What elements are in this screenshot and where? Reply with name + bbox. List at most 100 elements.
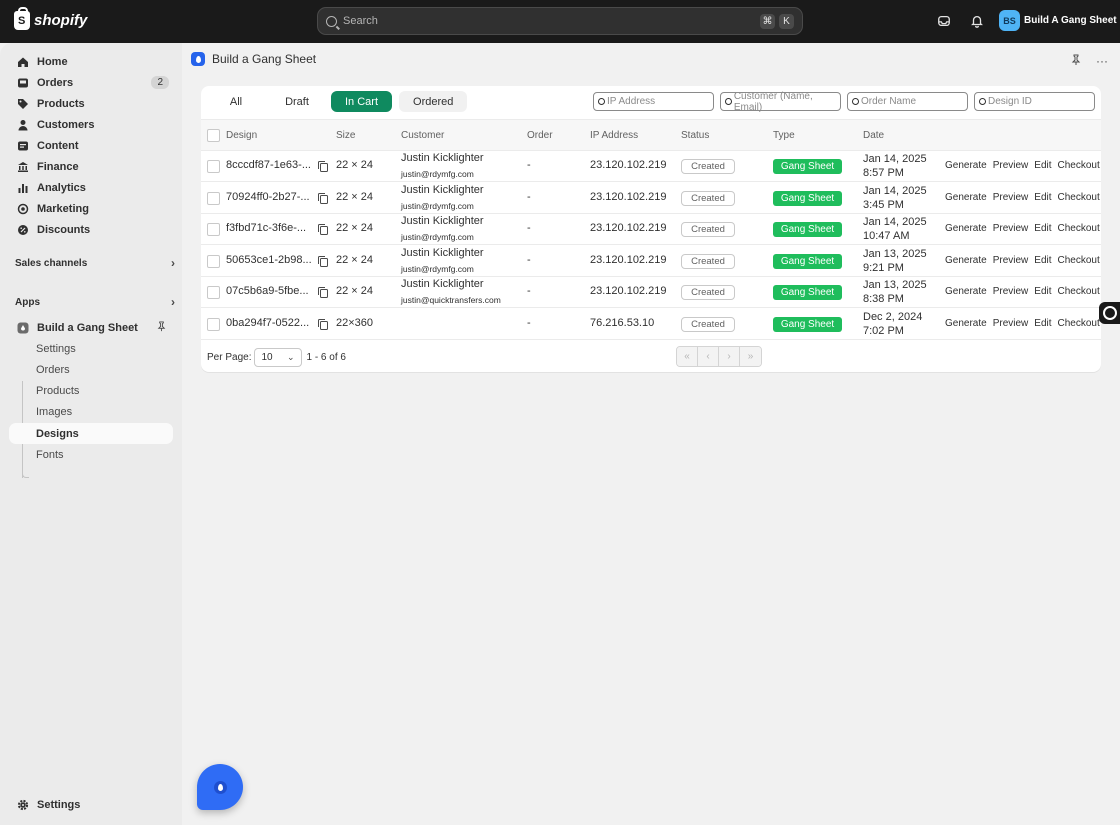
store-menu[interactable]: BS Build A Gang Sheet <box>999 10 1117 31</box>
row-checkbox[interactable] <box>207 160 220 173</box>
row-checkbox[interactable] <box>207 286 220 299</box>
checkout-button[interactable]: Checkout <box>1058 255 1100 266</box>
table-row[interactable]: 50653ce1-2b98... 22 × 24 Justin Kicklighte… <box>201 246 1101 277</box>
edit-button[interactable]: Edit <box>1034 223 1051 234</box>
design-id[interactable]: 70924ff0-2b27-... <box>226 191 310 203</box>
sidebar-item-finance[interactable]: Finance <box>9 156 173 177</box>
sidebar-item-settings[interactable]: Settings <box>9 794 173 815</box>
copy-icon[interactable] <box>318 224 328 235</box>
first-page-button[interactable]: « <box>677 347 698 366</box>
sidebar-item-customers[interactable]: Customers <box>9 114 173 135</box>
edit-button[interactable]: Edit <box>1034 318 1051 329</box>
generate-button[interactable]: Generate <box>945 318 987 329</box>
table-row[interactable]: 07c5b6a9-5fbe... 22 × 24 Justin Kicklighte… <box>201 277 1101 308</box>
pin-icon[interactable] <box>156 320 167 335</box>
design-id[interactable]: 0ba294f7-0522... <box>226 317 309 329</box>
column-size[interactable]: Size <box>336 130 355 141</box>
edit-button[interactable]: Edit <box>1034 286 1051 297</box>
prev-page-button[interactable]: ‹ <box>698 347 719 366</box>
apps-header[interactable]: Apps › <box>15 295 175 309</box>
design-id-filter[interactable]: Design ID <box>974 92 1095 111</box>
column-type[interactable]: Type <box>773 130 795 141</box>
sidebar-item-marketing[interactable]: Marketing <box>9 198 173 219</box>
table-row[interactable]: 0ba294f7-0522... 22×360 - 76.216.53.10 Creat… <box>201 309 1101 340</box>
row-checkbox[interactable] <box>207 191 220 205</box>
bell-icon[interactable] <box>969 13 985 29</box>
tab-in-cart[interactable]: In Cart <box>331 91 393 112</box>
generate-button[interactable]: Generate <box>945 286 987 297</box>
tab-ordered[interactable]: Ordered <box>399 91 468 112</box>
sidebar-item-discounts[interactable]: Discounts <box>9 219 173 240</box>
column-ip-address[interactable]: IP Address <box>590 130 638 141</box>
preview-button[interactable]: Preview <box>993 160 1029 171</box>
next-page-button[interactable]: › <box>719 347 740 366</box>
inbox-icon[interactable] <box>936 13 952 29</box>
row-checkbox[interactable] <box>207 223 220 236</box>
copy-icon[interactable] <box>318 192 328 204</box>
preview-button[interactable]: Preview <box>993 286 1029 297</box>
per-page-select[interactable]: 10 ⌄ <box>254 348 303 367</box>
copy-icon[interactable] <box>318 255 328 267</box>
sidebar-sub-orders[interactable]: Orders <box>9 359 173 380</box>
table-row[interactable]: f3fbd71c-3f6e-... 22 × 24 Justin Kicklight… <box>201 214 1101 245</box>
more-actions-button[interactable]: ··· <box>1096 54 1108 69</box>
table-row[interactable]: 8cccdf87-1e63-... 22 × 24 Justin Kicklight… <box>201 151 1101 182</box>
row-checkbox[interactable] <box>207 317 220 331</box>
column-customer[interactable]: Customer <box>401 130 444 141</box>
sidebar-item-content[interactable]: Content <box>9 135 173 156</box>
table-row[interactable]: 70924ff0-2b27-... 22 × 24 Justin Kicklight… <box>201 183 1101 214</box>
sales-channels-header[interactable]: Sales channels › <box>15 256 175 270</box>
pin-icon[interactable] <box>1070 54 1082 69</box>
generate-button[interactable]: Generate <box>945 255 987 266</box>
select-all-checkbox[interactable] <box>207 129 220 142</box>
checkout-button[interactable]: Checkout <box>1058 223 1100 234</box>
design-id[interactable]: 50653ce1-2b98... <box>226 254 312 266</box>
edit-button[interactable]: Edit <box>1034 160 1051 171</box>
shopify-logo[interactable]: S shopify <box>14 7 87 30</box>
preview-button[interactable]: Preview <box>993 192 1029 203</box>
sidebar-item-orders[interactable]: Orders 2 <box>9 72 173 93</box>
tab-all[interactable]: All <box>209 91 263 112</box>
sidebar-sub-fonts[interactable]: Fonts <box>9 444 173 465</box>
sidebar-item-analytics[interactable]: Analytics <box>9 177 173 198</box>
last-page-button[interactable]: » <box>740 347 761 366</box>
checkout-button[interactable]: Checkout <box>1058 192 1100 203</box>
copy-icon[interactable] <box>318 318 328 330</box>
sidebar-sub-images[interactable]: Images <box>9 401 173 422</box>
customer-filter[interactable]: Customer (Name, Email) <box>720 91 841 113</box>
checkout-button[interactable]: Checkout <box>1058 286 1100 297</box>
app-launcher-button[interactable] <box>197 764 243 810</box>
row-checkbox[interactable] <box>207 254 220 268</box>
sidebar-item-home[interactable]: Home <box>9 51 173 72</box>
design-id[interactable]: 07c5b6a9-5fbe... <box>226 285 309 297</box>
date-line: Jan 14, 2025 <box>863 153 927 165</box>
edit-button[interactable]: Edit <box>1034 255 1051 266</box>
generate-button[interactable]: Generate <box>945 160 987 171</box>
preview-button[interactable]: Preview <box>993 318 1029 329</box>
column-status[interactable]: Status <box>681 130 709 141</box>
order-name-filter[interactable]: Order Name <box>847 92 968 111</box>
sidebar-item-products[interactable]: Products <box>9 93 173 114</box>
sidebar-app-build-a-gang-sheet[interactable]: Build a Gang Sheet <box>9 317 173 338</box>
side-widget-button[interactable] <box>1099 302 1120 324</box>
column-order[interactable]: Order <box>527 130 553 141</box>
sidebar-sub-designs[interactable]: Designs <box>9 423 173 444</box>
generate-button[interactable]: Generate <box>945 192 987 203</box>
tab-draft[interactable]: Draft <box>270 91 324 112</box>
column-date[interactable]: Date <box>863 130 884 141</box>
checkout-button[interactable]: Checkout <box>1058 318 1100 329</box>
copy-icon[interactable] <box>318 287 328 298</box>
generate-button[interactable]: Generate <box>945 223 987 234</box>
preview-button[interactable]: Preview <box>993 223 1029 234</box>
sidebar-sub-settings[interactable]: Settings <box>9 338 173 359</box>
edit-button[interactable]: Edit <box>1034 192 1051 203</box>
global-search-input[interactable]: Search ⌘ K <box>317 7 803 35</box>
design-id[interactable]: 8cccdf87-1e63-... <box>226 159 311 171</box>
design-id[interactable]: f3fbd71c-3f6e-... <box>226 222 306 234</box>
checkout-button[interactable]: Checkout <box>1058 160 1100 171</box>
copy-icon[interactable] <box>318 161 328 172</box>
preview-button[interactable]: Preview <box>993 255 1029 266</box>
sidebar-sub-products[interactable]: Products <box>9 380 173 401</box>
ip-address-filter[interactable]: IP Address <box>593 92 714 111</box>
column-design[interactable]: Design <box>226 130 257 141</box>
